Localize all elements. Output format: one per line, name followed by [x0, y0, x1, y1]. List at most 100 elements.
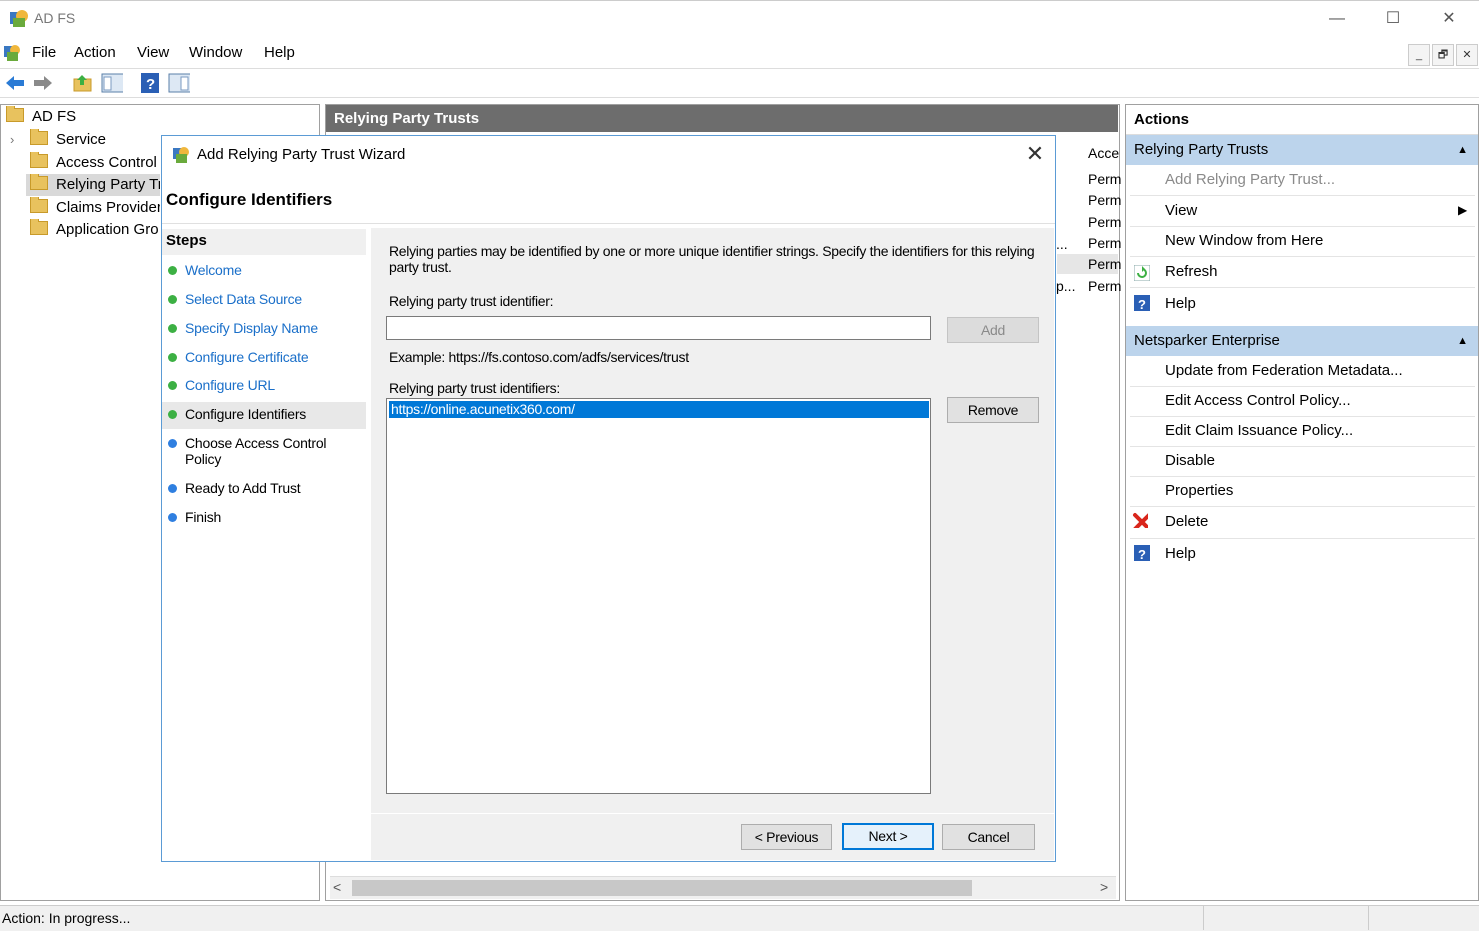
- actions-section-netsparker[interactable]: Netsparker Enterprise ▲: [1126, 326, 1478, 356]
- collapse-icon[interactable]: ▲: [1457, 135, 1468, 165]
- tree-item-relying-party-trusts[interactable]: Relying Party Tr: [26, 174, 160, 196]
- next-button[interactable]: Next >: [842, 823, 934, 850]
- identifier-input[interactable]: [386, 316, 931, 340]
- step-choose-access-control-policy: Choose Access Control: [185, 435, 327, 451]
- title-bar: [0, 0, 1479, 38]
- results-pane-header: Relying Party Trusts: [326, 105, 1118, 132]
- table-row-access[interactable]: Perm: [1088, 192, 1121, 208]
- divider: [162, 223, 1055, 224]
- divider: [1130, 195, 1475, 196]
- menu-help[interactable]: Help: [264, 44, 295, 61]
- step-complete-icon: [168, 353, 177, 362]
- wizard-page-heading: Configure Identifiers: [166, 190, 333, 209]
- step-pending-icon: [168, 439, 177, 448]
- maximize-button[interactable]: ☐: [1373, 6, 1413, 32]
- chevron-right-icon[interactable]: ›: [10, 132, 14, 147]
- column-header-access[interactable]: Acce: [1088, 145, 1119, 161]
- folder-icon: [30, 197, 48, 213]
- collapse-icon[interactable]: ▲: [1457, 326, 1468, 356]
- menu-window[interactable]: Window: [189, 44, 242, 61]
- dialog-close-button[interactable]: ✕: [1022, 142, 1048, 166]
- table-row-access[interactable]: Perm: [1088, 214, 1121, 230]
- svg-text:?: ?: [1138, 297, 1146, 311]
- window-title: AD FS: [34, 10, 76, 26]
- remove-button[interactable]: Remove: [947, 397, 1039, 423]
- action-properties[interactable]: Properties: [1165, 482, 1233, 499]
- step-configure-certificate[interactable]: Configure Certificate: [185, 349, 309, 365]
- wizard-icon: [173, 147, 189, 163]
- menu-file[interactable]: File: [32, 44, 56, 61]
- tree-item-claims-provider[interactable]: Claims Provider: [30, 197, 160, 219]
- tree-root-adfs[interactable]: AD FS: [6, 106, 76, 128]
- dialog-title: Add Relying Party Trust Wizard: [197, 146, 406, 163]
- action-new-window[interactable]: New Window from Here: [1165, 232, 1323, 249]
- tree-item-label: Access Control P: [56, 154, 160, 171]
- scroll-right-icon[interactable]: >: [1100, 879, 1108, 895]
- action-add-relying-party-trust[interactable]: Add Relying Party Trust...: [1165, 171, 1335, 188]
- tree-item-service[interactable]: Service: [30, 129, 160, 151]
- action-disable[interactable]: Disable: [1165, 452, 1215, 469]
- identifier-list-item-selected[interactable]: https://online.acunetix360.com/: [389, 401, 929, 418]
- folder-icon: [30, 219, 48, 235]
- identifiers-listbox[interactable]: [386, 398, 931, 794]
- actions-section-relying-party-trusts[interactable]: Relying Party Trusts ▲: [1126, 135, 1478, 165]
- action-delete[interactable]: Delete: [1165, 513, 1208, 530]
- mmc-icon: [4, 45, 20, 61]
- action-edit-claim-issuance-policy[interactable]: Edit Claim Issuance Policy...: [1165, 422, 1353, 439]
- divider: [1130, 476, 1475, 477]
- scrollbar-thumb[interactable]: [352, 880, 972, 896]
- add-button[interactable]: Add: [947, 317, 1039, 343]
- tree-root-label: AD FS: [32, 108, 77, 125]
- table-row-access[interactable]: Perm: [1088, 278, 1121, 294]
- divider: [1130, 386, 1475, 387]
- step-pending-icon: [168, 484, 177, 493]
- row-truncation: ...: [1056, 236, 1068, 252]
- tree-item-access-control[interactable]: Access Control P: [30, 152, 160, 174]
- action-refresh[interactable]: Refresh: [1165, 263, 1218, 280]
- divider: [1130, 226, 1475, 227]
- tree-item-application-groups[interactable]: Application Gro: [30, 219, 160, 241]
- step-specify-display-name[interactable]: Specify Display Name: [185, 320, 318, 336]
- divider: [1130, 416, 1475, 417]
- back-arrow-icon[interactable]: [4, 72, 26, 94]
- tree-item-label: Service: [56, 131, 107, 148]
- previous-button[interactable]: < Previous: [741, 824, 832, 850]
- forward-arrow-icon[interactable]: [32, 72, 54, 94]
- actions-pane: [1125, 104, 1479, 901]
- action-update-federation-metadata[interactable]: Update from Federation Metadata...: [1165, 362, 1403, 379]
- refresh-icon: [1134, 265, 1150, 281]
- menu-view[interactable]: View: [137, 44, 169, 61]
- svg-text:?: ?: [146, 76, 155, 93]
- step-complete-icon: [168, 266, 177, 275]
- action-help-netsparker[interactable]: Help: [1165, 545, 1196, 562]
- mdi-minimize-button[interactable]: _: [1408, 44, 1430, 66]
- show-hide-tree-icon[interactable]: [101, 72, 123, 94]
- table-row-access-selected[interactable]: Perm: [1088, 256, 1121, 272]
- table-row-access[interactable]: Perm: [1088, 171, 1121, 187]
- status-bar: [0, 905, 1479, 931]
- action-edit-access-control-policy[interactable]: Edit Access Control Policy...: [1165, 392, 1351, 409]
- step-welcome[interactable]: Welcome: [185, 262, 242, 278]
- step-finish: Finish: [185, 509, 222, 525]
- step-select-data-source[interactable]: Select Data Source: [185, 291, 302, 307]
- divider: [1130, 506, 1475, 507]
- mdi-restore-button[interactable]: 🗗: [1432, 44, 1454, 66]
- menu-action[interactable]: Action: [74, 44, 116, 61]
- close-window-button[interactable]: ✕: [1429, 6, 1469, 32]
- scroll-left-icon[interactable]: <: [333, 879, 341, 895]
- help-icon: ?: [1134, 545, 1150, 561]
- step-pending-icon: [168, 513, 177, 522]
- step-configure-url[interactable]: Configure URL: [185, 377, 275, 393]
- step-complete-icon: [168, 295, 177, 304]
- show-action-pane-icon[interactable]: [168, 72, 190, 94]
- minimize-button[interactable]: —: [1317, 6, 1357, 32]
- action-view[interactable]: View: [1165, 202, 1197, 219]
- up-folder-icon[interactable]: [72, 72, 94, 94]
- cancel-button[interactable]: Cancel: [942, 824, 1035, 850]
- action-help[interactable]: Help: [1165, 295, 1196, 312]
- divider: [1130, 256, 1475, 257]
- help-toolbar-icon[interactable]: ?: [140, 72, 162, 94]
- mdi-close-button[interactable]: ✕: [1456, 44, 1478, 66]
- table-row-access[interactable]: Perm: [1088, 235, 1121, 251]
- toolbar: [0, 68, 1479, 98]
